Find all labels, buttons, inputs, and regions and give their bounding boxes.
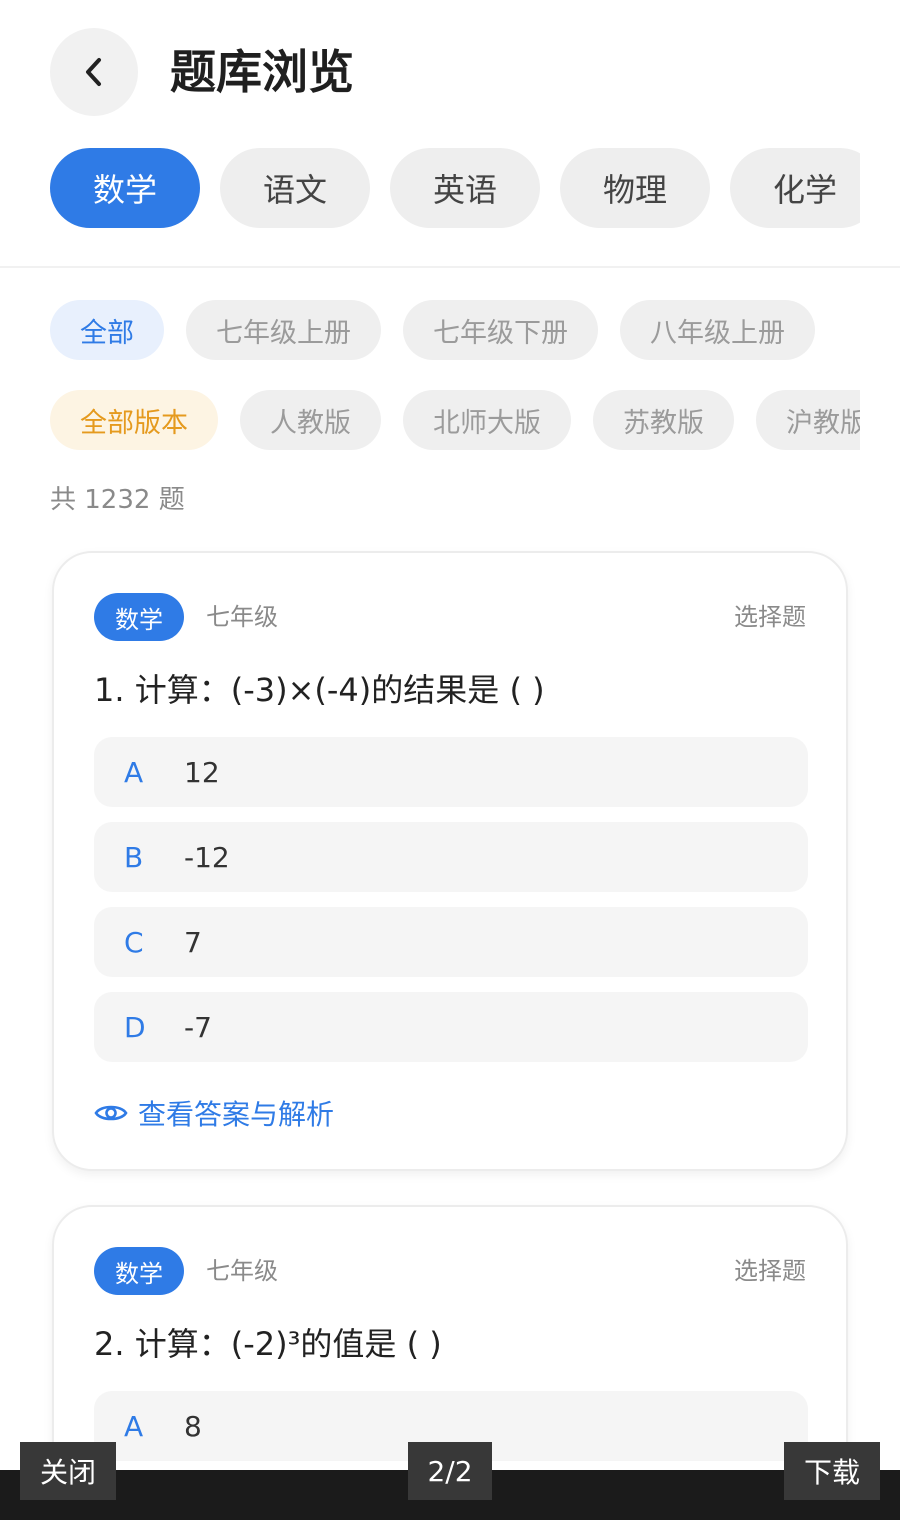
- version-filter: 全部版本 人教版 北师大版 苏教版 沪教版: [50, 390, 860, 450]
- question-meta: 数学 七年级 选择题: [94, 593, 806, 641]
- question-type-label: 选择题: [734, 603, 806, 631]
- option-d[interactable]: D -7: [94, 992, 808, 1062]
- option-b[interactable]: B -12: [94, 822, 808, 892]
- version-chip-all[interactable]: 全部版本: [50, 390, 218, 450]
- subject-badge: 数学: [94, 593, 184, 641]
- option-c[interactable]: C 7: [94, 907, 808, 977]
- view-analysis-label: 查看答案与解析: [138, 1098, 335, 1131]
- back-button[interactable]: [50, 28, 138, 116]
- view-analysis-link[interactable]: 查看答案与解析: [94, 1091, 334, 1135]
- subject-tab-english[interactable]: 英语: [390, 148, 540, 228]
- subject-tab-math[interactable]: 数学: [50, 148, 200, 228]
- option-list: A 12 B -12 C 7 D -7: [94, 737, 808, 1077]
- version-chip-renjiao[interactable]: 人教版: [240, 390, 381, 450]
- option-a[interactable]: A 12: [94, 737, 808, 807]
- option-letter: D: [124, 1010, 146, 1044]
- option-text: 7: [184, 925, 202, 959]
- grade-chip-8a[interactable]: 八年级上册: [620, 300, 815, 360]
- download-button[interactable]: 下载: [784, 1442, 880, 1500]
- version-chip-sujiao[interactable]: 苏教版: [593, 390, 734, 450]
- subject-tab-chinese[interactable]: 语文: [220, 148, 370, 228]
- subject-tab-chemistry[interactable]: 化学: [730, 148, 860, 228]
- total-count: 共 1232 题: [50, 485, 185, 515]
- option-letter: C: [124, 925, 144, 959]
- close-button[interactable]: 关闭: [20, 1442, 116, 1500]
- subject-tab-physics[interactable]: 物理: [560, 148, 710, 228]
- option-text: -7: [184, 1010, 212, 1044]
- version-chip-beishida[interactable]: 北师大版: [403, 390, 571, 450]
- grade-label: 七年级: [206, 603, 278, 631]
- option-text: 8: [184, 1409, 202, 1443]
- grade-chip-all[interactable]: 全部: [50, 300, 164, 360]
- subject-tabs: 数学 语文 英语 物理 化学: [50, 148, 860, 228]
- question-card[interactable]: 数学 七年级 选择题 1. 计算：(-3)×(-4)的结果是 ( ) A 12 …: [52, 551, 848, 1171]
- option-text: 12: [184, 755, 220, 789]
- option-letter: A: [124, 1409, 144, 1443]
- question-text: 2. 计算：(-2)³的值是 ( ): [94, 1325, 442, 1363]
- header: 题库浏览 数学 语文 英语 物理 化学: [0, 0, 900, 268]
- grade-chip-7b[interactable]: 七年级下册: [403, 300, 598, 360]
- question-meta: 数学 七年级 选择题: [94, 1247, 806, 1295]
- grade-label: 七年级: [206, 1257, 278, 1285]
- question-type-label: 选择题: [734, 1257, 806, 1285]
- subject-badge: 数学: [94, 1247, 184, 1295]
- option-letter: A: [124, 755, 144, 789]
- chevron-left-icon: [86, 58, 101, 86]
- grade-chip-7a[interactable]: 七年级上册: [186, 300, 381, 360]
- version-chip-hujiao[interactable]: 沪教版: [756, 390, 860, 450]
- page-title: 题库浏览: [170, 45, 354, 99]
- option-letter: B: [124, 840, 144, 874]
- eye-icon: [94, 1105, 128, 1121]
- option-text: -12: [184, 840, 230, 874]
- grade-filter: 全部 七年级上册 七年级下册 八年级上册: [50, 300, 860, 360]
- page-indicator: 2/2: [408, 1442, 492, 1500]
- question-text: 1. 计算：(-3)×(-4)的结果是 ( ): [94, 671, 545, 709]
